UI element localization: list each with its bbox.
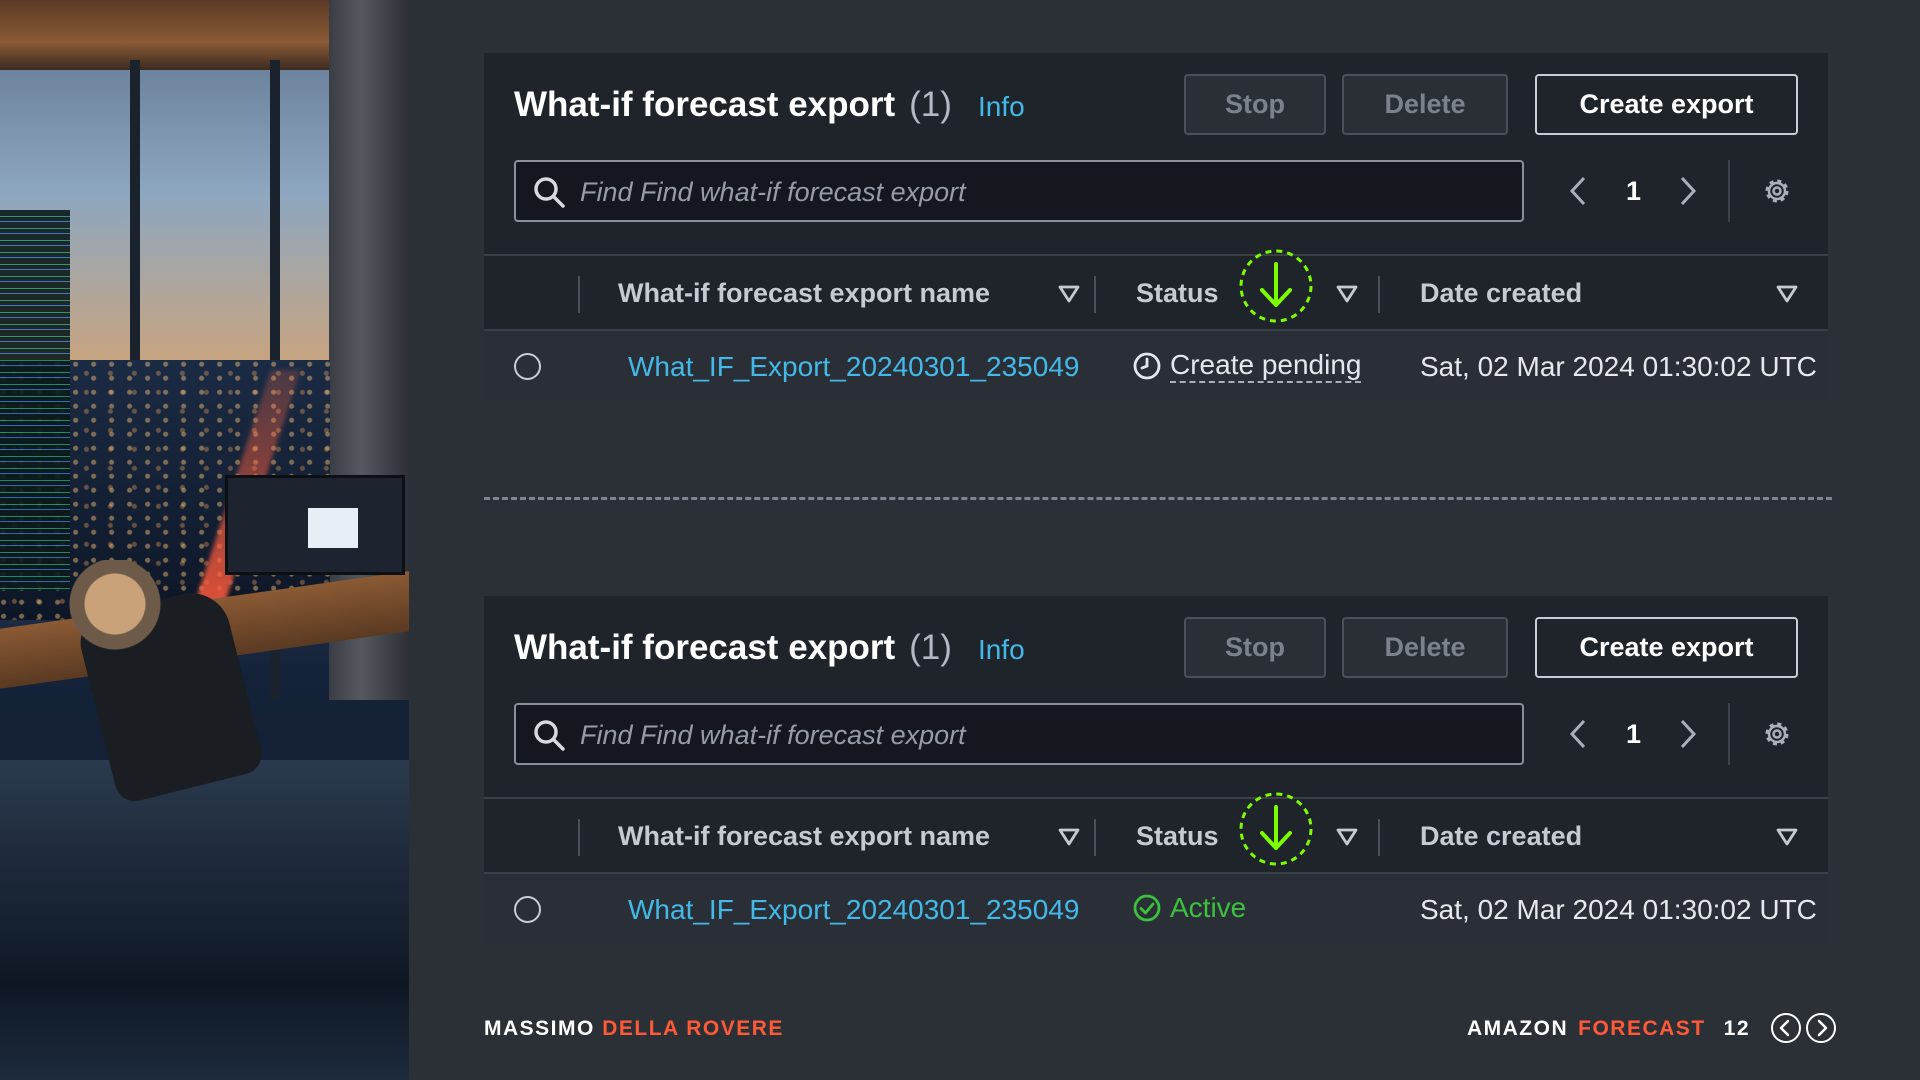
author-first-name: MASSIMO — [484, 1017, 595, 1040]
column-separator — [1094, 276, 1096, 313]
status-cell: Active — [1132, 892, 1246, 924]
author-last-name: DELLA ROVERE — [602, 1017, 784, 1040]
search-input[interactable]: Find Find what-if forecast export — [514, 160, 1524, 222]
arrow-down-icon — [1239, 792, 1313, 866]
column-separator — [1094, 819, 1096, 856]
footer-author: MASSIMO DELLA ROVERE — [484, 1017, 784, 1041]
column-separator — [1378, 819, 1380, 856]
check-circle-icon — [1133, 894, 1161, 922]
info-link[interactable]: Info — [978, 634, 1025, 666]
date-created: Sat, 02 Mar 2024 01:30:02 UTC — [1420, 894, 1817, 925]
table-header: What-if forecast export name Status Date… — [484, 797, 1828, 874]
column-header-name[interactable]: What-if forecast export name — [618, 821, 990, 852]
chevron-right-icon[interactable] — [1672, 717, 1702, 751]
page-number[interactable]: 1 — [1626, 719, 1641, 750]
chevron-left-icon[interactable] — [1564, 174, 1594, 208]
caret-down-icon[interactable] — [1336, 827, 1358, 847]
office-photo — [0, 0, 409, 1080]
search-icon — [534, 720, 565, 751]
status-cell: Create pending — [1132, 349, 1362, 383]
search-input[interactable]: Find Find what-if forecast export — [514, 703, 1524, 765]
pagination: 1 — [1564, 703, 1814, 765]
panel-header: What-if forecast export (1) Info — [514, 85, 1025, 125]
create-export-button[interactable]: Create export — [1535, 617, 1798, 678]
table-row[interactable]: What_IF_Export_20240301_235049 Active Sa… — [484, 874, 1828, 944]
row-radio[interactable] — [514, 353, 541, 380]
caret-down-icon[interactable] — [1058, 284, 1080, 304]
stop-button[interactable]: Stop — [1184, 74, 1326, 135]
create-export-button[interactable]: Create export — [1535, 74, 1798, 135]
row-radio[interactable] — [514, 896, 541, 923]
table-header: What-if forecast export name Status Date… — [484, 254, 1828, 331]
info-link[interactable]: Info — [978, 91, 1025, 123]
clock-icon — [1133, 352, 1161, 380]
footer-product: AMAZON FORECAST 12 — [1467, 1017, 1750, 1041]
panel-count: (1) — [909, 85, 952, 124]
status-text: Active — [1170, 892, 1247, 923]
column-header-date[interactable]: Date created — [1420, 278, 1582, 309]
delete-button[interactable]: Delete — [1342, 74, 1508, 135]
column-separator — [578, 819, 580, 856]
photo-floor — [0, 760, 409, 1080]
arrow-down-icon — [1239, 249, 1313, 323]
delete-button[interactable]: Delete — [1342, 617, 1508, 678]
panel-header: What-if forecast export (1) Info — [514, 628, 1025, 668]
page-number[interactable]: 1 — [1626, 176, 1641, 207]
column-header-status[interactable]: Status — [1136, 278, 1219, 309]
caret-down-icon[interactable] — [1058, 827, 1080, 847]
chevron-right-icon[interactable] — [1672, 174, 1702, 208]
slide-number: 12 — [1723, 1017, 1750, 1040]
panel-title: What-if forecast export — [514, 628, 896, 667]
panel-count: (1) — [909, 628, 952, 667]
photo-monitor — [225, 475, 405, 575]
panel-title: What-if forecast export — [514, 85, 896, 124]
column-separator — [1378, 276, 1380, 313]
column-header-name[interactable]: What-if forecast export name — [618, 278, 990, 309]
column-header-status[interactable]: Status — [1136, 821, 1219, 852]
previous-slide-icon[interactable] — [1770, 1012, 1802, 1044]
section-divider — [484, 497, 1832, 500]
photo-code-screen — [0, 210, 70, 590]
export-panel-after: What-if forecast export (1) Info Stop De… — [484, 596, 1828, 944]
stop-button[interactable]: Stop — [1184, 617, 1326, 678]
export-panel-before: What-if forecast export (1) Info Stop De… — [484, 53, 1828, 401]
pager-divider — [1728, 703, 1730, 765]
date-created: Sat, 02 Mar 2024 01:30:02 UTC — [1420, 351, 1817, 382]
caret-down-icon[interactable] — [1336, 284, 1358, 304]
product-name: AMAZON — [1466, 1017, 1569, 1040]
pagination: 1 — [1564, 160, 1814, 222]
column-header-date[interactable]: Date created — [1420, 821, 1582, 852]
search-icon — [534, 177, 565, 208]
search-placeholder: Find Find what-if forecast export — [580, 177, 966, 207]
gear-icon[interactable] — [1760, 174, 1794, 208]
next-slide-icon[interactable] — [1805, 1012, 1837, 1044]
table-row[interactable]: What_IF_Export_20240301_235049 Create pe… — [484, 331, 1828, 401]
product-name-accent: FORECAST — [1578, 1017, 1706, 1040]
export-name-link[interactable]: What_IF_Export_20240301_235049 — [628, 894, 1079, 926]
gear-icon[interactable] — [1760, 717, 1794, 751]
status-text: Create pending — [1170, 349, 1362, 383]
caret-down-icon[interactable] — [1776, 284, 1798, 304]
caret-down-icon[interactable] — [1776, 827, 1798, 847]
photo-person — [60, 560, 170, 670]
export-name-link[interactable]: What_IF_Export_20240301_235049 — [628, 351, 1079, 383]
search-placeholder: Find Find what-if forecast export — [580, 720, 966, 750]
column-separator — [578, 276, 580, 313]
pager-divider — [1728, 160, 1730, 222]
chevron-left-icon[interactable] — [1564, 717, 1594, 751]
